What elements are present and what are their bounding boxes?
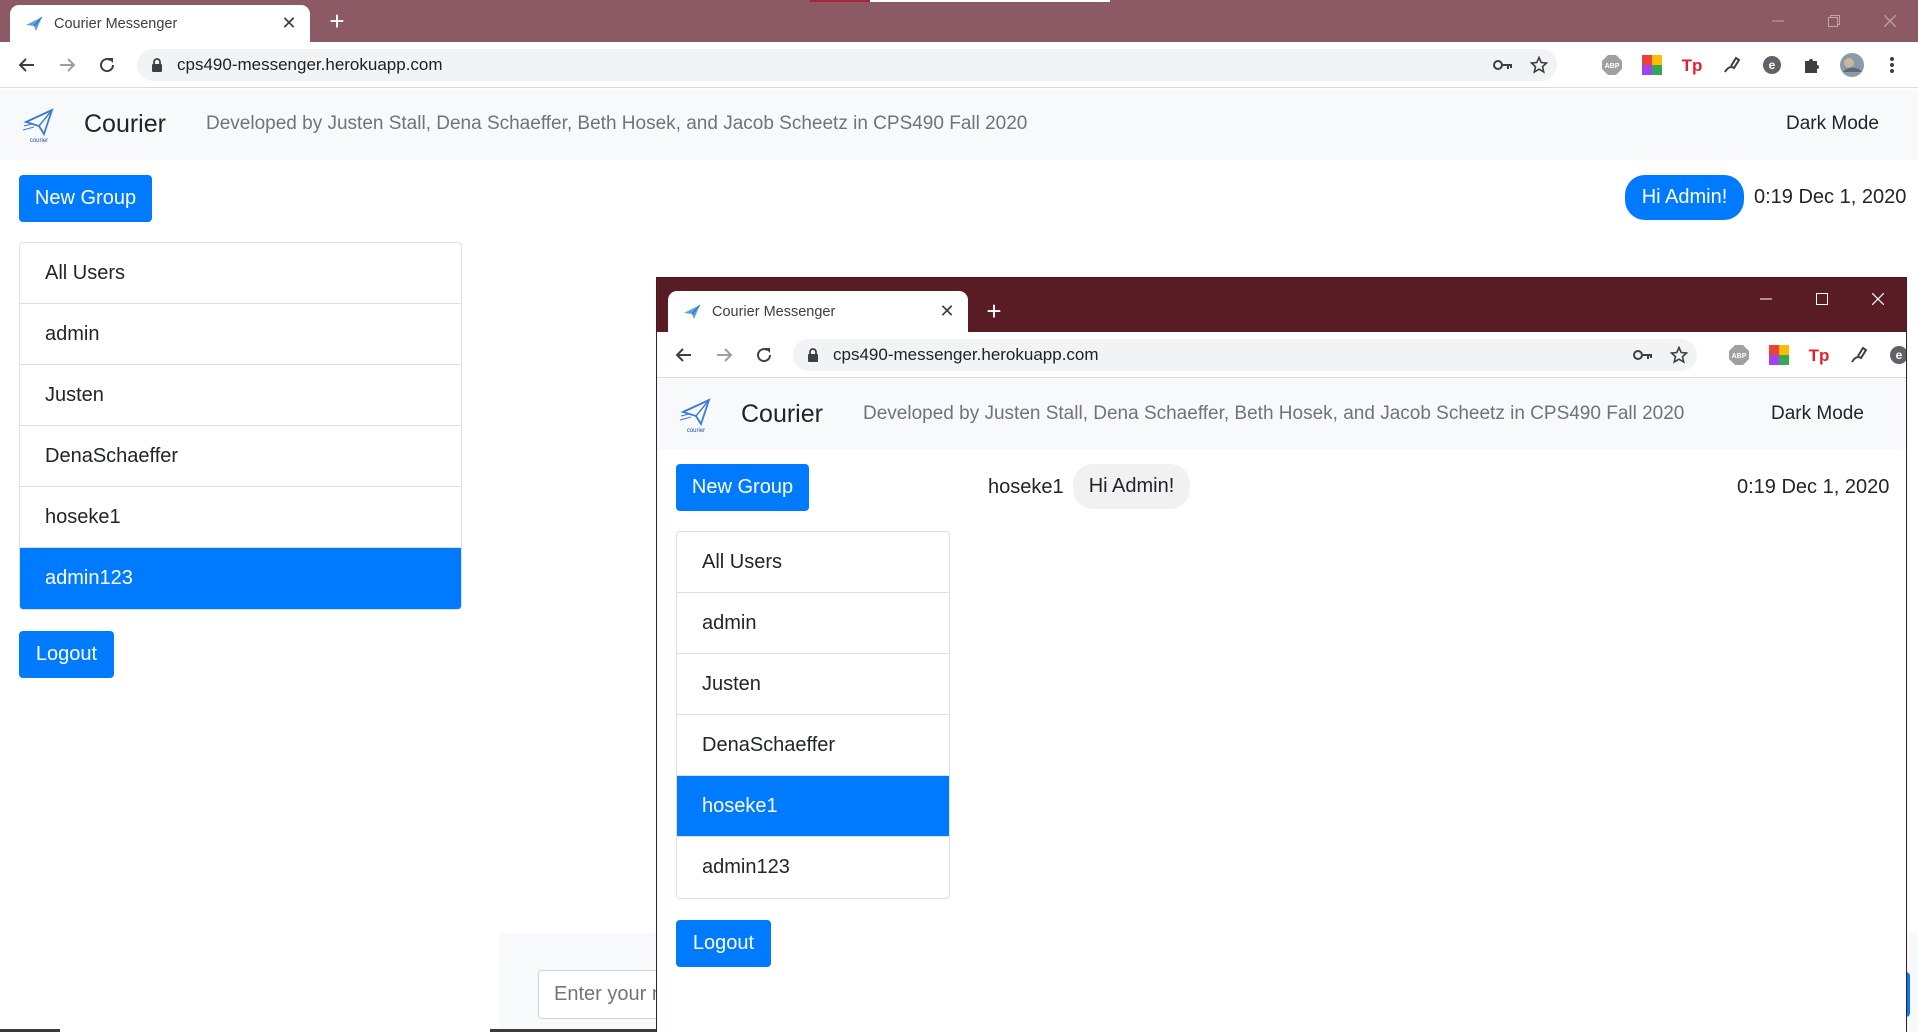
user-list-item-admin[interactable]: admin [20,304,461,365]
minimize-icon[interactable] [1750,0,1806,42]
user-list-item-hoseke1[interactable]: hoseke1 [20,487,461,548]
logout-button[interactable]: Logout [676,920,771,967]
main-toolbar: cps490-messenger.herokuapp.com ABP Tp e [0,42,1918,88]
user-list: All Users admin Justen DenaSchaeffer hos… [676,531,950,899]
dark-mode-toggle[interactable]: Dark Mode [1771,403,1864,425]
svg-text:ABP: ABP [1605,63,1620,70]
svg-text:Tp: Tp [1682,56,1703,75]
user-list-item-hoseke1[interactable]: hoseke1 [677,776,949,837]
main-titlebar-accent [810,0,870,2]
user-list-item-admin123[interactable]: admin123 [677,837,949,898]
close-window-icon[interactable] [1850,278,1906,320]
svg-text:Tp: Tp [1809,346,1830,365]
pen-icon[interactable] [1846,342,1872,368]
second-tab-title: Courier Messenger [712,303,836,320]
main-browser-tab[interactable]: Courier Messenger ✕ [10,5,310,42]
key-icon[interactable] [1485,59,1521,71]
brand-title[interactable]: Courier [84,110,166,139]
close-window-icon[interactable] [1862,0,1918,42]
courier-favicon-icon [682,302,702,322]
forward-arrow-icon[interactable] [707,332,741,378]
user-list-item-all-users[interactable]: All Users [677,532,949,593]
svg-text:e: e [1896,348,1903,362]
brand-title[interactable]: Courier [741,400,823,429]
second-address-bar[interactable]: cps490-messenger.herokuapp.com [793,339,1697,371]
bookmark-star-icon[interactable] [1661,346,1697,364]
abp-icon[interactable]: ABP [1726,342,1752,368]
back-arrow-icon[interactable] [10,42,44,88]
maximize-icon[interactable] [1794,278,1850,320]
circle-e-icon[interactable]: e [1886,342,1906,368]
bookmark-star-icon[interactable] [1521,56,1557,74]
sent-message-bubble: Hi Admin! [1625,175,1744,220]
colorful-grid-icon[interactable] [1766,342,1792,368]
user-list: All Users admin Justen DenaSchaeffer hos… [19,242,462,610]
user-list-item-admin[interactable]: admin [677,593,949,654]
second-toolbar: cps490-messenger.herokuapp.com ABP Tp e [657,332,1906,378]
main-address-bar[interactable]: cps490-messenger.herokuapp.com [137,49,1557,81]
second-browser-window: Courier Messenger ✕ + cps490-messenger.h… [657,278,1906,1032]
kebab-menu-icon[interactable] [1879,52,1905,78]
second-app-navbar: courier Courier Developed by Justen Stal… [657,379,1906,450]
courier-logo-icon[interactable]: courier [22,104,56,144]
main-window-controls [1750,0,1918,42]
svg-text:e: e [1769,58,1776,72]
lock-icon [807,348,823,362]
second-window-controls [1738,278,1906,320]
tab-close-icon[interactable]: ✕ [934,299,960,325]
reload-icon[interactable] [90,42,124,88]
logo-caption: courier [686,428,706,434]
tab-close-icon[interactable]: ✕ [276,11,302,37]
user-list-item-justen[interactable]: Justen [677,654,949,715]
profile-avatar-icon[interactable] [1839,52,1865,78]
new-tab-icon[interactable]: + [322,6,352,36]
key-icon[interactable] [1625,349,1661,361]
main-url-text: cps490-messenger.herokuapp.com [177,55,443,74]
courier-logo-icon[interactable]: courier [679,394,713,434]
message-sender: hoseke1 [988,476,1064,498]
puzzle-icon[interactable] [1799,52,1825,78]
reload-icon[interactable] [747,332,781,378]
minimize-icon[interactable] [1738,278,1794,320]
main-app-navbar: courier Courier Developed by Justen Stal… [0,89,1918,160]
credits-text: Developed by Justen Stall, Dena Schaeffe… [863,403,1685,424]
sent-message-time: 0:19 Dec 1, 2020 [1754,186,1907,208]
logout-button[interactable]: Logout [19,631,114,678]
tp-icon[interactable]: Tp [1679,52,1705,78]
new-group-button[interactable]: New Group [676,464,809,511]
second-url-text: cps490-messenger.herokuapp.com [833,345,1099,364]
main-titlebar-accent-light [870,0,1110,2]
received-message-time: 0:19 Dec 1, 2020 [1737,476,1890,498]
user-list-item-denaschaeffer[interactable]: DenaSchaeffer [20,426,461,487]
dark-mode-toggle[interactable]: Dark Mode [1786,113,1879,135]
pen-icon[interactable] [1719,52,1745,78]
user-list-item-admin123[interactable]: admin123 [20,548,461,609]
credits-text: Developed by Justen Stall, Dena Schaeffe… [206,113,1028,134]
received-message-bubble: Hi Admin! [1073,464,1190,509]
main-titlebar: Courier Messenger ✕ + [0,0,1918,42]
main-tab-title: Courier Messenger [54,15,178,32]
forward-arrow-icon[interactable] [50,42,84,88]
abp-icon[interactable]: ABP [1599,52,1625,78]
restore-icon[interactable] [1806,0,1862,42]
lock-icon [151,58,167,72]
colorful-grid-icon[interactable] [1639,52,1665,78]
second-browser-tab[interactable]: Courier Messenger ✕ [668,291,968,332]
user-list-item-justen[interactable]: Justen [20,365,461,426]
circle-e-icon[interactable]: e [1759,52,1785,78]
new-tab-icon[interactable]: + [979,296,1009,326]
svg-text:ABP: ABP [1732,353,1747,360]
back-arrow-icon[interactable] [667,332,701,378]
user-list-item-denaschaeffer[interactable]: DenaSchaeffer [677,715,949,776]
user-list-item-all-users[interactable]: All Users [20,243,461,304]
logo-caption: courier [29,138,49,144]
second-titlebar: Courier Messenger ✕ + [657,278,1906,332]
new-group-button[interactable]: New Group [19,175,152,222]
tp-icon[interactable]: Tp [1806,342,1832,368]
courier-favicon-icon [24,14,44,34]
